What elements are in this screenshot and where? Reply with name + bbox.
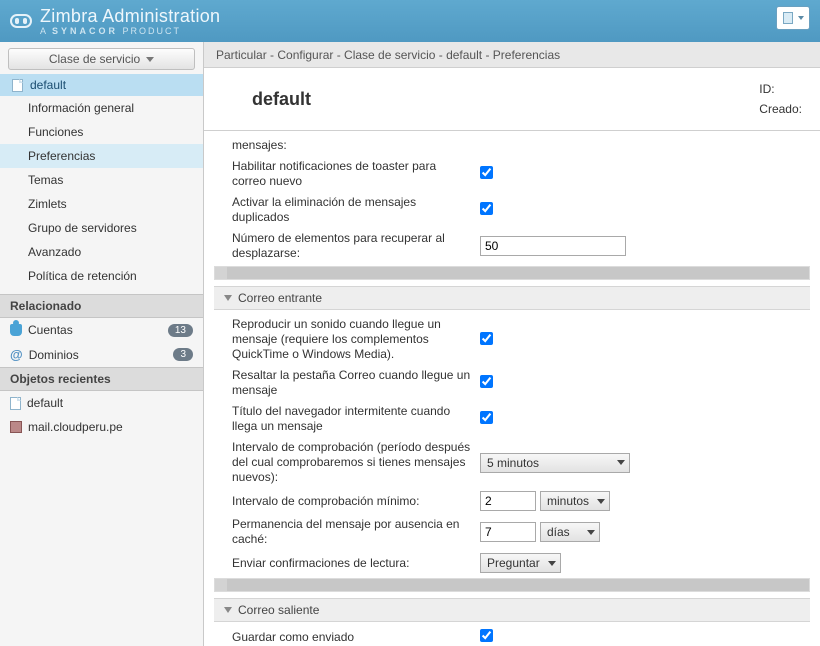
doc-icon <box>10 397 21 410</box>
related-cuentas[interactable]: Cuentas 13 <box>0 318 203 342</box>
group-outgoing[interactable]: Correo saliente <box>214 598 810 622</box>
hscroll-2[interactable] <box>214 578 810 592</box>
input-poll-min[interactable] <box>480 491 536 511</box>
row-save-sent: Guardar como enviado <box>214 626 810 646</box>
chevron-down-icon <box>617 460 625 465</box>
user-icon <box>10 324 22 336</box>
brand: Zimbra Administration A SYNACOR PRODUCT <box>40 7 220 36</box>
window-icon <box>783 12 793 24</box>
row-mensajes-cut: mensajes: <box>214 135 810 156</box>
chk-sound[interactable] <box>480 332 493 345</box>
row-title-blink: Título del navegador intermitente cuando… <box>214 401 810 437</box>
related-header: Relacionado <box>0 294 203 318</box>
select-poll-interval[interactable]: 5 minutos <box>480 453 630 473</box>
row-poll: Intervalo de comprobación (período despu… <box>214 437 810 488</box>
title-bar: default ID: Creado: <box>204 68 820 131</box>
panel-top: mensajes: Habilitar notificaciones de to… <box>214 135 810 264</box>
meta-id-label: ID: <box>759 82 774 96</box>
row-read-receipt: Enviar confirmaciones de lectura: Pregun… <box>214 550 810 576</box>
cos-icon <box>10 78 24 92</box>
related-dominios[interactable]: @Dominios 3 <box>0 342 203 367</box>
server-icon <box>10 421 22 433</box>
at-icon: @ <box>10 347 23 362</box>
logo-icon <box>10 14 32 28</box>
row-dedup: Activar la eliminación de mensajes dupli… <box>214 192 810 228</box>
nav-zimlets[interactable]: Zimlets <box>0 192 203 216</box>
hscroll-1[interactable] <box>214 266 810 280</box>
collapse-icon <box>224 607 232 613</box>
page-title: default <box>252 89 759 110</box>
nav-funciones[interactable]: Funciones <box>0 120 203 144</box>
nav-info-general[interactable]: Información general <box>0 96 203 120</box>
badge-cuentas: 13 <box>168 324 193 337</box>
nav-avanzado[interactable]: Avanzado <box>0 240 203 264</box>
nav-tree: default Información general Funciones Pr… <box>0 74 203 294</box>
sidebar: Clase de servicio default Información ge… <box>0 42 204 646</box>
select-cache-unit[interactable]: días <box>540 522 600 542</box>
top-header: Zimbra Administration A SYNACOR PRODUCT <box>0 0 820 42</box>
nav-temas[interactable]: Temas <box>0 168 203 192</box>
chk-highlight[interactable] <box>480 375 493 388</box>
chevron-down-icon <box>146 57 154 62</box>
chevron-down-icon <box>587 530 595 535</box>
select-poll-min-unit[interactable]: minutos <box>540 491 610 511</box>
collapse-icon <box>224 295 232 301</box>
main-layout: Clase de servicio default Información ge… <box>0 42 820 646</box>
chk-title-blink[interactable] <box>480 411 493 424</box>
brand-title: Zimbra Administration <box>40 7 220 25</box>
panel-outgoing: Guardar como enviado Permitir el envío d… <box>214 626 810 646</box>
recent-mail-server[interactable]: mail.cloudperu.pe <box>0 415 203 439</box>
row-sound: Reproducir un sonido cuando llegue un me… <box>214 314 810 365</box>
chevron-down-icon <box>548 561 556 566</box>
nav-grupo-servidores[interactable]: Grupo de servidores <box>0 216 203 240</box>
input-cache-days[interactable] <box>480 522 536 542</box>
header-tool-button[interactable] <box>776 6 810 30</box>
group-incoming[interactable]: Correo entrante <box>214 286 810 310</box>
tree-root-default[interactable]: default <box>0 74 203 96</box>
badge-dominios: 3 <box>173 348 193 361</box>
input-scroll-count[interactable] <box>480 236 626 256</box>
chevron-down-icon <box>597 499 605 504</box>
nav-preferencias[interactable]: Preferencias <box>0 144 203 168</box>
chk-toaster[interactable] <box>480 166 493 179</box>
panel-incoming: Reproducir un sonido cuando llegue un me… <box>214 314 810 576</box>
prefs-body[interactable]: mensajes: Habilitar notificaciones de to… <box>204 131 820 646</box>
row-cache: Permanencia del mensaje por ausencia en … <box>214 514 810 550</box>
sidebar-top-dropdown[interactable]: Clase de servicio <box>8 48 195 70</box>
row-scroll-count: Número de elementos para recuperar al de… <box>214 228 810 264</box>
content-area: Particular - Configurar - Clase de servi… <box>204 42 820 646</box>
row-highlight-tab: Resaltar la pestaña Correo cuando llegue… <box>214 365 810 401</box>
chevron-down-icon <box>798 16 804 20</box>
tree-root-label: default <box>30 78 66 92</box>
meta-block: ID: Creado: <box>759 82 802 116</box>
brand-subtitle: A SYNACOR PRODUCT <box>40 27 220 36</box>
row-poll-min: Intervalo de comprobación mínimo: minuto… <box>214 488 810 514</box>
row-toaster: Habilitar notificaciones de toaster para… <box>214 156 810 192</box>
meta-created-label: Creado: <box>759 102 802 116</box>
recent-default[interactable]: default <box>0 391 203 415</box>
nav-retencion[interactable]: Política de retención <box>0 264 203 288</box>
recent-header: Objetos recientes <box>0 367 203 391</box>
chk-dedup[interactable] <box>480 202 493 215</box>
breadcrumb: Particular - Configurar - Clase de servi… <box>204 42 820 68</box>
sidebar-top-label: Clase de servicio <box>49 52 140 66</box>
select-read-receipt[interactable]: Preguntar <box>480 553 561 573</box>
chk-save-sent[interactable] <box>480 629 493 642</box>
